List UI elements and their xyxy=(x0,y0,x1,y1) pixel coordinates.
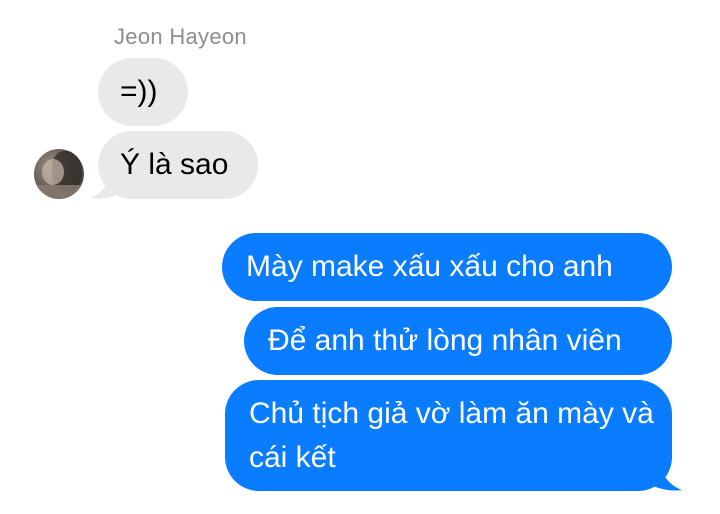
incoming-message-bubble[interactable]: Ý là sao xyxy=(98,131,258,199)
avatar[interactable] xyxy=(34,149,84,199)
outgoing-message-bubble[interactable]: Mày make xấu xấu cho anh xyxy=(222,233,672,301)
sender-name: Jeon Hayeon xyxy=(114,24,247,49)
outgoing-message-bubble[interactable]: Chủ tịch giả vờ làm ăn mày và cái kết xyxy=(225,380,672,491)
incoming-message-bubble[interactable]: =)) xyxy=(98,58,188,126)
outgoing-message-bubble[interactable]: Để anh thử lòng nhân viên xyxy=(244,307,672,375)
